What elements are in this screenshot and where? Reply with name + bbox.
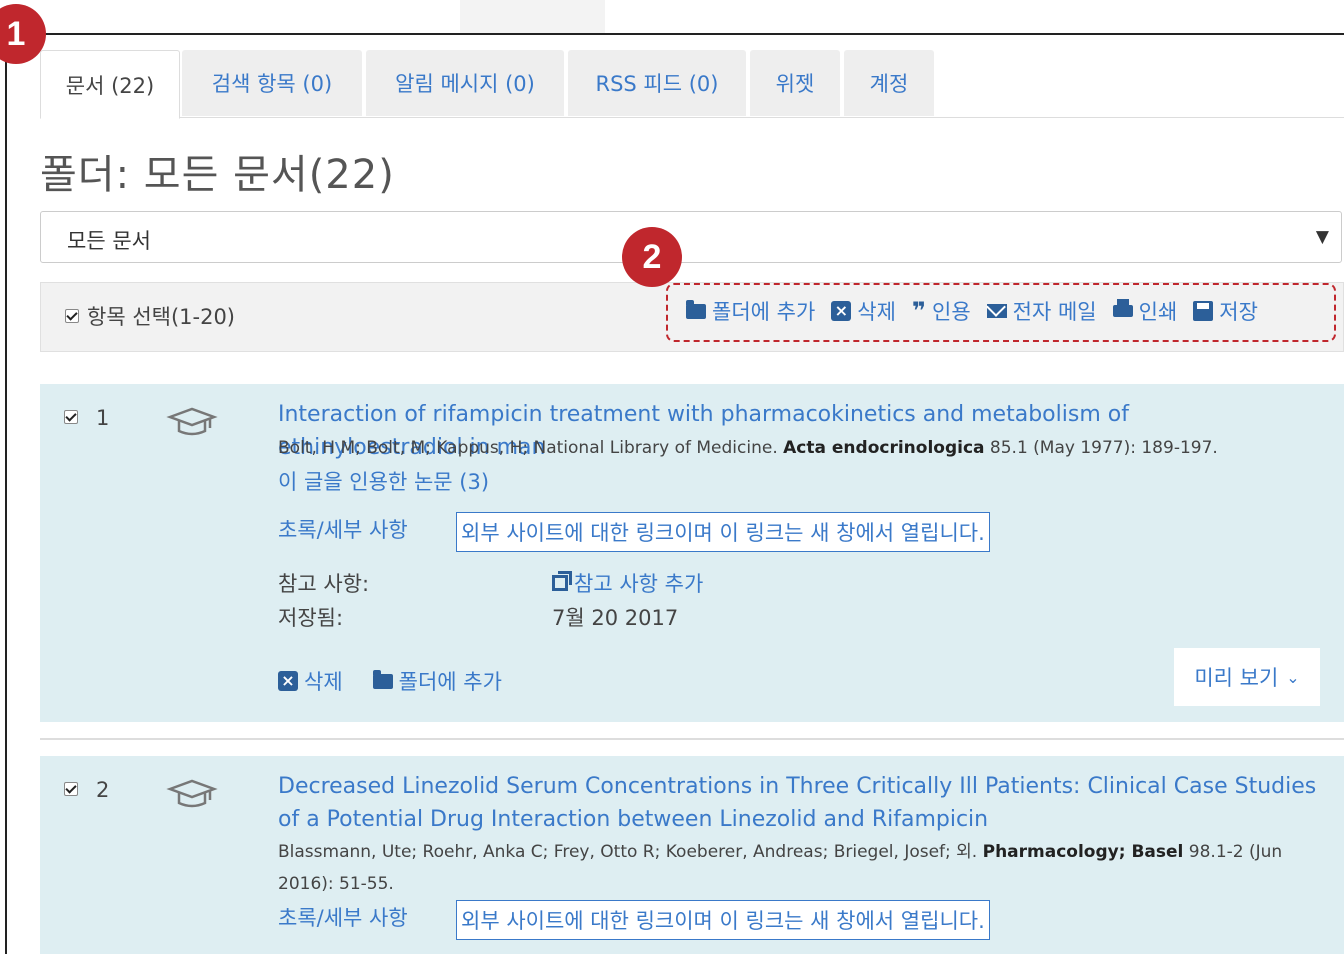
folder-select[interactable]: 모든 문서 ▼ — [40, 211, 1342, 263]
preview-button[interactable]: 미리 보기 ⌄ — [1174, 648, 1320, 706]
result-authors: Bolt, H M; Bolt, M; Kappus, H; National … — [278, 438, 778, 458]
add-to-folder-button[interactable]: 폴더에 추가 — [686, 296, 815, 326]
envelope-icon — [986, 304, 1007, 318]
result-citation: Bolt, H M; Bolt, M; Kappus, H; National … — [278, 432, 1328, 464]
tab-searches[interactable]: 검색 항목 (0) — [182, 50, 362, 116]
cited-by-link[interactable]: 이 글을 인용한 논문 (3) — [278, 466, 489, 496]
result-item: 2 Decreased Linezolid Serum Concentratio… — [40, 756, 1344, 954]
chevron-down-icon: ⌄ — [1286, 667, 1300, 687]
abstract-details-link[interactable]: 초록/세부 사항 — [278, 514, 408, 544]
select-all-checkbox[interactable] — [65, 309, 79, 323]
folder-icon — [372, 669, 393, 689]
result-number: 1 — [96, 406, 110, 430]
abstract-details-link[interactable]: 초록/세부 사항 — [278, 902, 408, 932]
saved-label: 저장됨: — [278, 606, 344, 630]
saved-date: 7월 20 2017 — [552, 606, 679, 630]
result-item: 1 Interaction of rifampicin treatment wi… — [40, 384, 1344, 722]
add-to-folder-label: 폴더에 추가 — [712, 300, 816, 324]
graduation-cap-icon — [166, 779, 218, 808]
folder-icon — [686, 299, 706, 319]
tab-account[interactable]: 계정 — [844, 50, 934, 116]
external-link-box[interactable]: 외부 사이트에 대한 링크이며 이 링크는 새 창에서 열립니다. — [456, 900, 990, 940]
result-title-link[interactable]: Decreased Linezolid Serum Concentrations… — [278, 770, 1318, 836]
dropdown-arrow-icon: ▼ — [1315, 227, 1329, 247]
tab-bar: 문서 (22) 검색 항목 (0) 알림 메시지 (0) RSS 피드 (0) … — [40, 50, 1344, 119]
email-label: 전자 메일 — [1012, 300, 1097, 324]
result-authors: Blassmann, Ute; Roehr, Anka C; Frey, Ott… — [278, 842, 978, 862]
result-divider — [40, 738, 1344, 740]
tab-documents[interactable]: 문서 (22) — [40, 50, 180, 119]
result-citation-detail: 85.1 (May 1977): 189-197. — [989, 438, 1218, 458]
bulk-actions: 폴더에 추가 × 삭제 ❞ 인용 전자 메일 인쇄 저장 — [686, 296, 1258, 326]
email-button[interactable]: 전자 메일 — [986, 296, 1097, 326]
result-actions: × 삭제 폴더에 추가 — [278, 666, 502, 696]
preview-label: 미리 보기 — [1194, 666, 1279, 690]
quote-icon: ❞ — [911, 297, 927, 325]
cite-label: 인용 — [932, 300, 971, 324]
result-delete-label: 삭제 — [304, 670, 343, 694]
floppy-disk-icon — [1193, 301, 1214, 321]
header-shade — [460, 0, 605, 33]
add-note-label: 참고 사항 추가 — [574, 572, 704, 596]
cite-button[interactable]: ❞ 인용 — [912, 296, 971, 326]
delete-button[interactable]: × 삭제 — [831, 296, 896, 326]
result-checkbox[interactable] — [64, 782, 78, 796]
tab-widgets[interactable]: 위젯 — [750, 50, 840, 116]
result-checkbox[interactable] — [64, 410, 78, 424]
folder-select-value: 모든 문서 — [67, 229, 151, 253]
select-all[interactable]: 항목 선택(1-20) — [65, 301, 235, 331]
frame-left-border — [5, 33, 7, 954]
printer-icon — [1112, 299, 1133, 317]
result-add-folder-button[interactable]: 폴더에 추가 — [372, 666, 502, 696]
result-add-folder-label: 폴더에 추가 — [398, 670, 502, 694]
result-number: 2 — [96, 778, 110, 802]
tab-alerts[interactable]: 알림 메시지 (0) — [366, 50, 564, 116]
save-label: 저장 — [1219, 300, 1258, 324]
graduation-cap-icon — [166, 407, 218, 436]
print-label: 인쇄 — [1138, 300, 1178, 324]
print-button[interactable]: 인쇄 — [1112, 296, 1178, 326]
external-link-box[interactable]: 외부 사이트에 대한 링크이며 이 링크는 새 창에서 열립니다. — [456, 512, 990, 552]
add-note-link[interactable]: 참고 사항 추가 — [552, 568, 703, 598]
page-title: 폴더: 모든 문서(22) — [40, 152, 395, 198]
select-all-label: 항목 선택(1-20) — [87, 305, 236, 329]
save-button[interactable]: 저장 — [1193, 296, 1258, 326]
copy-icon — [552, 571, 572, 591]
result-journal: Pharmacology; Basel — [982, 842, 1184, 862]
frame-top-border — [0, 33, 1344, 35]
delete-label: 삭제 — [857, 300, 896, 324]
close-box-icon: × — [278, 671, 298, 691]
close-box-icon: × — [831, 301, 852, 321]
result-delete-button[interactable]: × 삭제 — [278, 666, 343, 696]
notes-label: 참고 사항: — [278, 572, 370, 596]
result-journal: Acta endocrinologica — [783, 438, 985, 458]
callout-badge-2: 2 — [622, 227, 682, 287]
result-citation: Blassmann, Ute; Roehr, Anka C; Frey, Ott… — [278, 836, 1328, 900]
tab-rss[interactable]: RSS 피드 (0) — [568, 50, 746, 116]
